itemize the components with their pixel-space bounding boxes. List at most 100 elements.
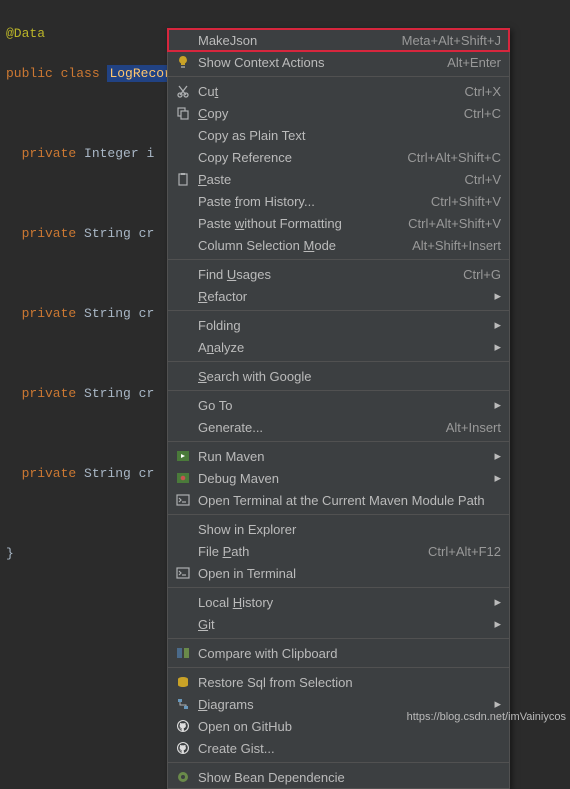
menu-item-restore-sql-from-selection[interactable]: Restore Sql from Selection [168,671,509,693]
keyword-private: private [22,466,77,481]
copy-icon [174,105,192,121]
paste-icon [174,171,192,187]
menu-item-shortcut: Ctrl+C [464,106,501,121]
menu-item-paste-from-history[interactable]: Paste from History... Ctrl+Shift+V [168,190,509,212]
blank-icon [174,368,192,384]
menu-item-label: Diagrams [198,697,487,712]
blank-icon [174,215,192,231]
menu-item-label: Column Selection Mode [198,238,404,253]
menu-item-label: Analyze [198,340,487,355]
menu-item-shortcut: Ctrl+G [463,267,501,282]
menu-item-generate[interactable]: Generate...Alt+Insert [168,416,509,438]
keyword-private: private [22,386,77,401]
menu-separator [168,310,509,311]
menu-item-makejson[interactable]: MakeJsonMeta+Alt+Shift+J [168,29,509,51]
blank-icon [174,616,192,632]
menu-item-label: Folding [198,318,487,333]
submenu-arrow-icon: ▸ [493,470,501,486]
type-string: String [84,466,131,481]
menu-separator [168,762,509,763]
menu-item-label: Show in Explorer [198,522,501,537]
menu-item-copy-as-plain-text[interactable]: Copy as Plain Text [168,124,509,146]
menu-item-paste[interactable]: PasteCtrl+V [168,168,509,190]
menu-item-shortcut: Ctrl+X [465,84,501,99]
blank-icon [174,266,192,282]
menu-item-open-in-terminal[interactable]: Open in Terminal [168,562,509,584]
bulb-icon [174,54,192,70]
menu-item-search-with-google[interactable]: Search with Google [168,365,509,387]
type-string: String [84,306,131,321]
menu-separator [168,76,509,77]
context-menu: MakeJsonMeta+Alt+Shift+JShow Context Act… [167,28,510,789]
menu-item-copy[interactable]: Copy Ctrl+C [168,102,509,124]
maven-run-icon [174,448,192,464]
menu-item-label: Open in Terminal [198,566,501,581]
menu-item-file-path[interactable]: File PathCtrl+Alt+F12 [168,540,509,562]
menu-item-find-usages[interactable]: Find UsagesCtrl+G [168,263,509,285]
menu-item-label: Go To [198,398,487,413]
blank-icon [174,339,192,355]
blank-icon [174,397,192,413]
blank-icon [174,419,192,435]
menu-item-column-selection-mode[interactable]: Column Selection ModeAlt+Shift+Insert [168,234,509,256]
menu-item-copy-reference[interactable]: Copy ReferenceCtrl+Alt+Shift+C [168,146,509,168]
terminal-icon [174,492,192,508]
menu-separator [168,259,509,260]
keyword-private: private [22,146,77,161]
field-partial: cr [139,466,155,481]
menu-item-label: Paste [198,172,457,187]
menu-item-git[interactable]: Git▸ [168,613,509,635]
blank-icon [174,149,192,165]
menu-item-run-maven[interactable]: Run Maven ▸ [168,445,509,467]
cut-icon [174,83,192,99]
menu-item-shortcut: Alt+Enter [447,55,501,70]
submenu-arrow-icon: ▸ [493,448,501,464]
watermark: https://blog.csdn.net/imVainiycos [407,711,566,723]
blank-icon [174,237,192,253]
submenu-arrow-icon: ▸ [493,594,501,610]
diagram-icon [174,696,192,712]
terminal-icon [174,565,192,581]
github-icon [174,718,192,734]
menu-item-cut[interactable]: Cut Ctrl+X [168,80,509,102]
menu-separator [168,390,509,391]
menu-separator [168,514,509,515]
menu-item-label: Copy as Plain Text [198,128,501,143]
keyword-private: private [22,226,77,241]
menu-item-shortcut: Alt+Insert [446,420,501,435]
keyword-public: public [6,66,53,81]
menu-item-label: Debug Maven [198,471,487,486]
menu-item-refactor[interactable]: Refactor▸ [168,285,509,307]
menu-item-local-history[interactable]: Local History ▸ [168,591,509,613]
menu-item-show-bean-dependencie[interactable]: Show Bean Dependencie [168,766,509,788]
field-partial: cr [139,386,155,401]
submenu-arrow-icon: ▸ [493,317,501,333]
menu-item-label: Local History [198,595,487,610]
blank-icon [174,127,192,143]
menu-item-shortcut: Ctrl+Alt+Shift+C [407,150,501,165]
menu-item-create-gist[interactable]: Create Gist... [168,737,509,759]
menu-item-label: Cut [198,84,457,99]
menu-item-label: Run Maven [198,449,487,464]
menu-item-debug-maven[interactable]: Debug Maven ▸ [168,467,509,489]
blank-icon [174,32,192,48]
menu-item-label: Paste from History... [198,194,423,209]
field-partial: i [146,146,154,161]
menu-item-folding[interactable]: Folding ▸ [168,314,509,336]
blank-icon [174,317,192,333]
menu-item-compare-with-clipboard[interactable]: Compare with Clipboard [168,642,509,664]
menu-item-paste-without-formatting[interactable]: Paste without FormattingCtrl+Alt+Shift+V [168,212,509,234]
menu-item-go-to[interactable]: Go To▸ [168,394,509,416]
annotation: @Data [6,26,45,41]
submenu-arrow-icon: ▸ [493,616,501,632]
menu-item-label: Search with Google [198,369,501,384]
type-integer: Integer [84,146,139,161]
menu-item-shortcut: Ctrl+Shift+V [431,194,501,209]
menu-item-open-terminal-at-the-current-maven-module-path[interactable]: Open Terminal at the Current Maven Modul… [168,489,509,511]
menu-item-label: Copy [198,106,456,121]
menu-item-show-context-actions[interactable]: Show Context ActionsAlt+Enter [168,51,509,73]
brace-close: } [6,546,14,561]
menu-item-analyze[interactable]: Analyze▸ [168,336,509,358]
menu-item-show-in-explorer[interactable]: Show in Explorer [168,518,509,540]
menu-item-label: Open Terminal at the Current Maven Modul… [198,493,501,508]
